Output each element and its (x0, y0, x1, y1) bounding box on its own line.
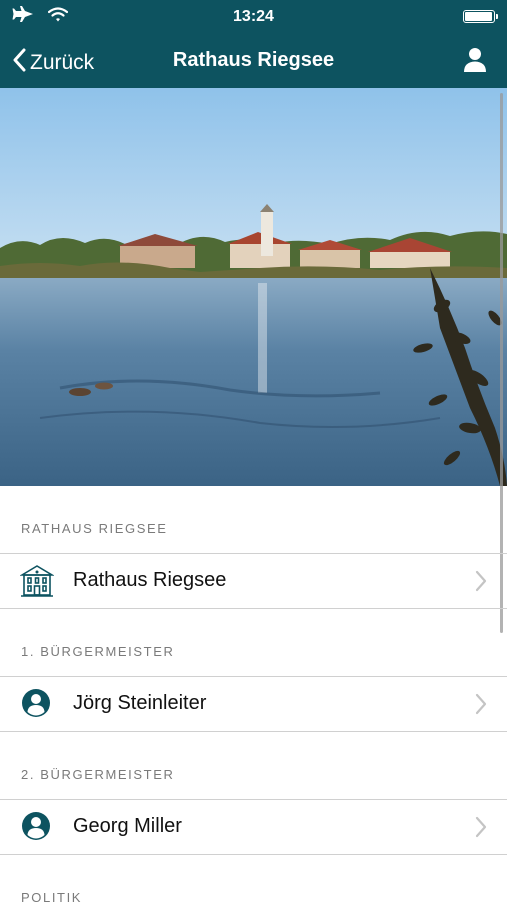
back-button[interactable]: Zurück (12, 48, 94, 77)
section-header: 1. BÜRGERMEISTER (21, 644, 175, 659)
section-header: 2. BÜRGERMEISTER (21, 767, 175, 782)
list-item-rathaus[interactable]: Rathaus Riegsee (0, 553, 507, 609)
person-icon (20, 687, 52, 724)
back-label: Zurück (30, 50, 95, 74)
section-header: POLITIK (21, 890, 83, 905)
list-item-buergermeister-1[interactable]: Jörg Steinleiter (0, 676, 507, 732)
town-hall-icon (19, 564, 55, 603)
status-time: 13:24 (233, 8, 274, 25)
section-header: RATHAUS RIEGSEE (21, 521, 168, 536)
nav-bar: Zurück Rathaus Riegsee (0, 38, 507, 84)
hero-photo (0, 88, 507, 486)
list-item-label: Jörg Steinleiter (73, 692, 207, 714)
chevron-right-icon (475, 816, 487, 843)
battery-icon (463, 10, 498, 23)
list-item-label: Rathaus Riegsee (73, 569, 227, 591)
list-item-buergermeister-2[interactable]: Georg Miller (0, 799, 507, 855)
chevron-right-icon (475, 570, 487, 597)
list-item-label: Georg Miller (73, 815, 182, 837)
app-header: 13:24 Zurück Rathaus Riegsee (0, 0, 507, 88)
user-icon[interactable] (463, 47, 487, 78)
person-icon (20, 810, 52, 847)
chevron-left-icon (12, 48, 26, 77)
chevron-right-icon (475, 693, 487, 720)
content-list: RATHAUS RIEGSEE Rathaus Riegsee 1. BÜRGE… (0, 486, 507, 922)
status-bar: 13:24 (0, 0, 507, 34)
